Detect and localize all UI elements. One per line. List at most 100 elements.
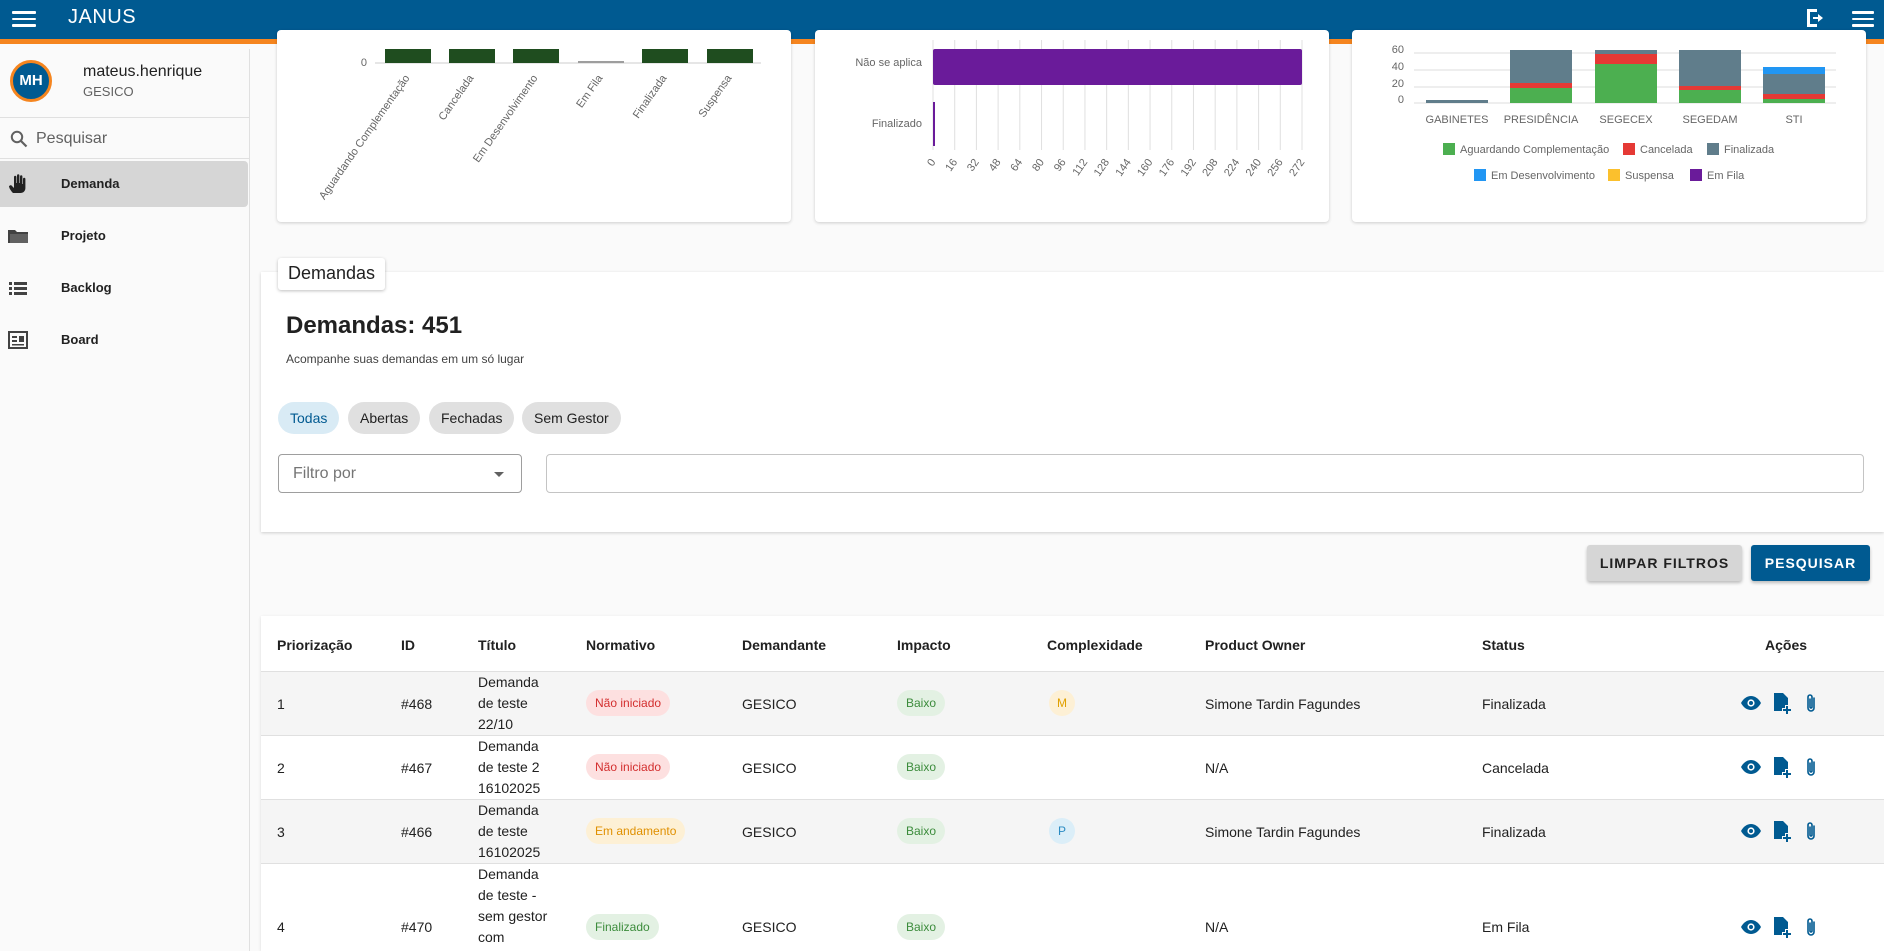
x-tick-label: 112: [1071, 157, 1091, 178]
attachment-icon[interactable]: [1800, 820, 1822, 842]
cell-demandante: GESICO: [742, 824, 797, 840]
user-profile: MH mateus.henrique GESICO: [0, 49, 250, 118]
normativo-bar-chart: Não se aplica Finalizado 0 16 32 48 64 80 96 11…: [855, 40, 1307, 179]
view-icon[interactable]: [1740, 820, 1762, 842]
legend-label: Cancelada: [1640, 144, 1693, 156]
cell-title: Demanda de teste 22/10: [478, 674, 539, 732]
row-actions: [1740, 916, 1830, 938]
view-icon[interactable]: [1740, 756, 1762, 778]
cell-id: #466: [401, 824, 433, 840]
chip-abertas[interactable]: Abertas: [348, 402, 421, 434]
column-header[interactable]: Normativo: [586, 637, 655, 653]
cell-title: Demanda de teste 16102025: [478, 802, 541, 860]
sidebar-item-backlog[interactable]: Backlog: [0, 265, 248, 311]
legend-label: Suspensa: [1625, 170, 1675, 182]
bar-nao-se-aplica: [933, 49, 1302, 85]
y-tick-label: 40: [1392, 61, 1404, 73]
y-tick-label: Não se aplica: [855, 57, 923, 69]
add-document-icon[interactable]: [1770, 692, 1792, 714]
view-icon[interactable]: [1740, 916, 1762, 938]
bar-segment: [1763, 74, 1825, 94]
search-icon: [10, 130, 28, 148]
legend-label: Em Desenvolvimento: [1491, 170, 1595, 182]
cell-id: #470: [401, 919, 433, 935]
column-header: Ações: [1765, 637, 1808, 653]
status-badge: Em andamento: [586, 818, 686, 844]
column-header[interactable]: Status: [1482, 637, 1525, 653]
chart-card-normativo: Não se aplica Finalizado 0 16 32 48 64 80 96 11…: [815, 30, 1329, 222]
attachment-icon[interactable]: [1800, 756, 1822, 778]
x-tick-label: 224: [1222, 157, 1242, 179]
view-icon[interactable]: [1740, 692, 1762, 714]
column-header[interactable]: Product Owner: [1205, 637, 1305, 653]
cell-demandante: GESICO: [742, 760, 797, 776]
attachment-icon[interactable]: [1800, 916, 1822, 938]
bar-segment: [1679, 86, 1741, 90]
cell-product-owner: N/A: [1205, 919, 1229, 935]
column-header[interactable]: Impacto: [897, 637, 951, 653]
user-org: GESICO: [83, 84, 134, 99]
bar-cancelada: [449, 49, 495, 63]
y-tick-label: Finalizado: [872, 118, 922, 130]
legend-swatch: [1690, 169, 1702, 181]
bar-segment: [1426, 100, 1488, 103]
chip-sem-gestor[interactable]: Sem Gestor: [522, 402, 621, 434]
sidebar-item-label: Demanda: [61, 176, 120, 191]
x-tick-label: STI: [1785, 114, 1802, 126]
status-bar-chart: 0 Aguardando Complementação Cancelada Em…: [317, 49, 761, 202]
sidebar-item-label: Projeto: [61, 228, 106, 243]
x-tick-label: 80: [1030, 157, 1047, 174]
filter-select[interactable]: Filtro por: [278, 454, 522, 493]
row-actions: [1740, 820, 1830, 842]
x-tick-label: 240: [1244, 157, 1264, 179]
cell-demandante: GESICO: [742, 696, 797, 712]
bar-segment: [1595, 50, 1657, 54]
sidebar-item-demanda[interactable]: Demanda: [0, 161, 248, 207]
setor-stacked-chart: 0 20 40 60 GABINETES PRESIDÊNCIA SEGECEX…: [1392, 44, 1836, 182]
username: mateus.henrique: [83, 63, 203, 80]
logout-icon[interactable]: [1804, 6, 1830, 30]
column-header[interactable]: ID: [401, 637, 415, 653]
sidebar-item-projeto[interactable]: Projeto: [0, 213, 248, 259]
legend-swatch: [1707, 143, 1719, 155]
column-header[interactable]: Demandante: [742, 637, 826, 653]
list-icon: [9, 282, 27, 295]
add-document-icon[interactable]: [1770, 916, 1792, 938]
x-tick-label: GABINETES: [1426, 114, 1489, 126]
clear-filters-button[interactable]: LIMPAR FILTROS: [1587, 545, 1742, 581]
legend-swatch: [1474, 169, 1486, 181]
column-header[interactable]: Complexidade: [1047, 637, 1143, 653]
options-menu-icon[interactable]: [1852, 7, 1874, 29]
column-header[interactable]: Título: [478, 637, 516, 653]
bar-finalizada: [642, 49, 688, 63]
menu-icon[interactable]: [12, 7, 36, 29]
x-tick-label: 144: [1113, 157, 1133, 179]
sidebar-item-board[interactable]: Board: [0, 317, 248, 363]
chip-fechadas[interactable]: Fechadas: [429, 402, 515, 434]
legend-label: Em Fila: [1707, 170, 1745, 182]
x-tick-label: Em Fila: [574, 72, 606, 110]
bar-segment: [1763, 67, 1825, 74]
avatar[interactable]: MH: [10, 60, 52, 102]
attachment-icon[interactable]: [1800, 692, 1822, 714]
search-input[interactable]: [36, 125, 236, 153]
filter-value-input[interactable]: [546, 454, 1864, 493]
page-subtitle: Acompanhe suas demandas em um só lugar: [286, 352, 525, 366]
bar-suspensa: [707, 49, 753, 63]
cell-status: Em Fila: [1482, 919, 1530, 935]
x-tick-label: 0: [925, 157, 938, 169]
bar-segment: [1679, 90, 1741, 103]
search-button[interactable]: PESQUISAR: [1751, 545, 1870, 581]
chevron-down-icon: [494, 472, 504, 477]
cell-product-owner: Simone Tardin Fagundes: [1205, 696, 1361, 712]
add-document-icon[interactable]: [1770, 820, 1792, 842]
x-tick-label: 192: [1179, 157, 1199, 179]
y-tick-label: 0: [1398, 94, 1404, 106]
add-document-icon[interactable]: [1770, 756, 1792, 778]
cell-status: Finalizada: [1482, 696, 1546, 712]
cell-id: #468: [401, 696, 433, 712]
column-header[interactable]: Priorização: [277, 637, 352, 653]
cell-title: Demanda de teste 2 16102025: [478, 738, 541, 796]
chip-todas[interactable]: Todas: [278, 402, 340, 434]
status-badge: Finalizado: [586, 914, 659, 940]
